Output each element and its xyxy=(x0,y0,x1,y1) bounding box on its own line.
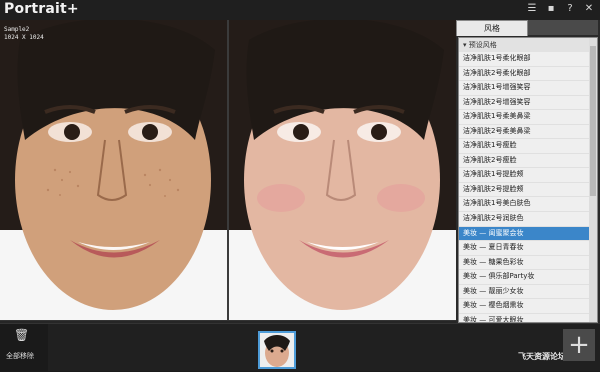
after-photo xyxy=(229,20,456,320)
preset-item[interactable]: 洁净肌肤1号增强笑容 xyxy=(459,81,597,96)
photo-thumbnail[interactable] xyxy=(258,331,296,369)
preset-item[interactable]: 洁净肌肤2号柔美鼻梁 xyxy=(459,125,597,140)
collapse-icon: ▾ xyxy=(463,41,467,49)
tab-second[interactable] xyxy=(528,20,598,35)
preset-item[interactable]: 美妆 — 闺蜜聚会妆 xyxy=(459,226,597,242)
chat-icon[interactable]: ▪ xyxy=(546,3,556,15)
watermark: 飞天资源论坛 xyxy=(518,352,566,361)
preset-item[interactable]: 美妆 — 樱色烟熏妆 xyxy=(459,299,597,314)
menu-icon[interactable]: ☰ xyxy=(527,3,537,15)
preset-item[interactable]: 洁净肌肤2号瘦脸 xyxy=(459,154,597,169)
before-photo xyxy=(0,20,227,320)
thumbnail-strip: 飞天资源论坛 + ⇥ 导出 xyxy=(48,324,600,371)
bottom-bar: 🗑 全部移除 飞天资源论坛 + ⇥ 导出 xyxy=(0,323,600,371)
preset-item[interactable]: 美妆 — 靓丽少女妆 xyxy=(459,285,597,300)
title-bar: Portrait+ ☰ ▪ ? ✕ xyxy=(0,0,600,20)
preset-group-header[interactable]: ▾ 预设风格 xyxy=(459,38,597,52)
app-title: Portrait+ xyxy=(4,1,79,17)
trash-icon[interactable]: 🗑 xyxy=(14,328,29,342)
photo-viewer: Sample2 1024 X 1024 xyxy=(0,20,456,323)
sample-size: 1024 X 1024 xyxy=(4,34,44,41)
style-panel: 风格 ▾ 预设风格 洁净肌肤1号柔化眼部 洁净肌肤2号柔化眼部 洁净肌肤1号增强笑容… xyxy=(456,20,600,323)
preset-item[interactable]: 美妆 — 可爱大眼妆 xyxy=(459,314,597,322)
preset-list: ▾ 预设风格 洁净肌肤1号柔化眼部 洁净肌肤2号柔化眼部 洁净肌肤1号增强笑容 洁净肌… xyxy=(458,37,598,323)
scrollbar-thumb[interactable] xyxy=(590,46,596,196)
preset-item[interactable]: 洁净肌肤1号瘦脸 xyxy=(459,139,597,154)
preset-item[interactable]: 洁净肌肤1号提脸颊 xyxy=(459,168,597,183)
remove-all-label[interactable]: 全部移除 xyxy=(6,351,34,361)
preset-item[interactable]: 洁净肌肤2号润肤色 xyxy=(459,212,597,227)
preset-group-label: 预设风格 xyxy=(468,41,497,49)
preset-item[interactable]: 洁净肌肤2号提脸颊 xyxy=(459,183,597,198)
close-icon[interactable]: ✕ xyxy=(584,3,594,15)
add-photo-button[interactable]: + xyxy=(563,329,595,361)
tab-style[interactable]: 风格 xyxy=(456,20,528,36)
preset-item[interactable]: 洁净肌肤1号柔化眼部 xyxy=(459,52,597,67)
preset-item[interactable]: 洁净肌肤2号柔化眼部 xyxy=(459,67,597,82)
preset-item[interactable]: 美妆 — 俱乐部Party妆 xyxy=(459,270,597,285)
preset-item[interactable]: 洁净肌肤1号柔美鼻梁 xyxy=(459,110,597,125)
preset-item[interactable]: 洁净肌肤1号美白肤色 xyxy=(459,197,597,213)
preset-item[interactable]: 美妆 — 糖果色彩妆 xyxy=(459,256,597,271)
panel-tabs: 风格 xyxy=(456,20,600,36)
help-icon[interactable]: ? xyxy=(565,3,575,15)
preset-item[interactable]: 洁净肌肤2号增强笑容 xyxy=(459,96,597,111)
scrollbar[interactable] xyxy=(589,38,597,322)
preset-item[interactable]: 美妆 — 夏日青春妆 xyxy=(459,241,597,256)
sample-name: Sample2 xyxy=(4,26,30,33)
sample-info: Sample2 1024 X 1024 xyxy=(4,26,44,42)
